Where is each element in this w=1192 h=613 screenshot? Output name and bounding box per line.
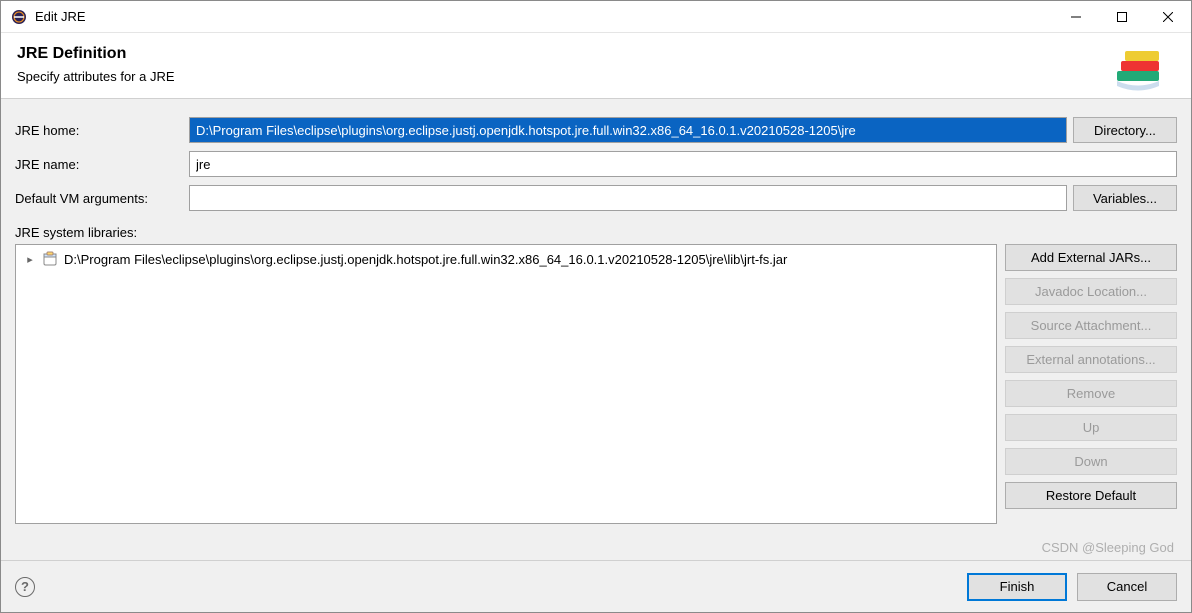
eclipse-icon <box>11 9 27 25</box>
remove-button: Remove <box>1005 380 1177 407</box>
jre-books-icon <box>1109 49 1169 91</box>
jre-home-input[interactable] <box>189 117 1067 143</box>
up-button: Up <box>1005 414 1177 441</box>
row-jre-home: JRE home: Directory... <box>15 117 1177 143</box>
minimize-button[interactable] <box>1053 1 1099 33</box>
help-icon[interactable]: ? <box>15 577 35 597</box>
form-area: JRE home: Directory... JRE name: Default… <box>1 99 1191 560</box>
dialog-window: Edit JRE JRE Definition Specify attribut… <box>0 0 1192 613</box>
row-jre-name: JRE name: <box>15 151 1177 177</box>
directory-button[interactable]: Directory... <box>1073 117 1177 143</box>
down-button: Down <box>1005 448 1177 475</box>
tree-item[interactable]: ▸ D:\Program Files\eclipse\plugins\org.e… <box>16 249 996 269</box>
source-attachment-button: Source Attachment... <box>1005 312 1177 339</box>
finish-button[interactable]: Finish <box>967 573 1067 601</box>
libraries-tree[interactable]: ▸ D:\Program Files\eclipse\plugins\org.e… <box>15 244 997 524</box>
tree-item-label: D:\Program Files\eclipse\plugins\org.ecl… <box>64 252 787 267</box>
window-title: Edit JRE <box>35 9 1053 24</box>
restore-default-button[interactable]: Restore Default <box>1005 482 1177 509</box>
libraries-buttons: Add External JARs... Javadoc Location...… <box>1005 244 1177 546</box>
maximize-button[interactable] <box>1099 1 1145 33</box>
jre-home-label: JRE home: <box>15 123 183 138</box>
vm-args-input[interactable] <box>189 185 1067 211</box>
titlebar: Edit JRE <box>1 1 1191 33</box>
vm-args-label: Default VM arguments: <box>15 191 183 206</box>
system-libraries-label: JRE system libraries: <box>15 225 1177 240</box>
javadoc-location-button: Javadoc Location... <box>1005 278 1177 305</box>
page-subtitle: Specify attributes for a JRE <box>17 69 1175 84</box>
row-vm-args: Default VM arguments: Variables... <box>15 185 1177 211</box>
page-title: JRE Definition <box>17 45 1175 63</box>
external-annotations-button: External annotations... <box>1005 346 1177 373</box>
libraries-row: ▸ D:\Program Files\eclipse\plugins\org.e… <box>15 244 1177 546</box>
variables-button[interactable]: Variables... <box>1073 185 1177 211</box>
tree-expander-icon[interactable]: ▸ <box>24 253 36 266</box>
add-external-jars-button[interactable]: Add External JARs... <box>1005 244 1177 271</box>
dialog-buttonbar: ? Finish Cancel <box>1 560 1191 612</box>
dialog-header: JRE Definition Specify attributes for a … <box>1 33 1191 99</box>
jar-icon <box>42 251 58 267</box>
jre-name-label: JRE name: <box>15 157 183 172</box>
jre-name-input[interactable] <box>189 151 1177 177</box>
cancel-button[interactable]: Cancel <box>1077 573 1177 601</box>
close-button[interactable] <box>1145 1 1191 33</box>
